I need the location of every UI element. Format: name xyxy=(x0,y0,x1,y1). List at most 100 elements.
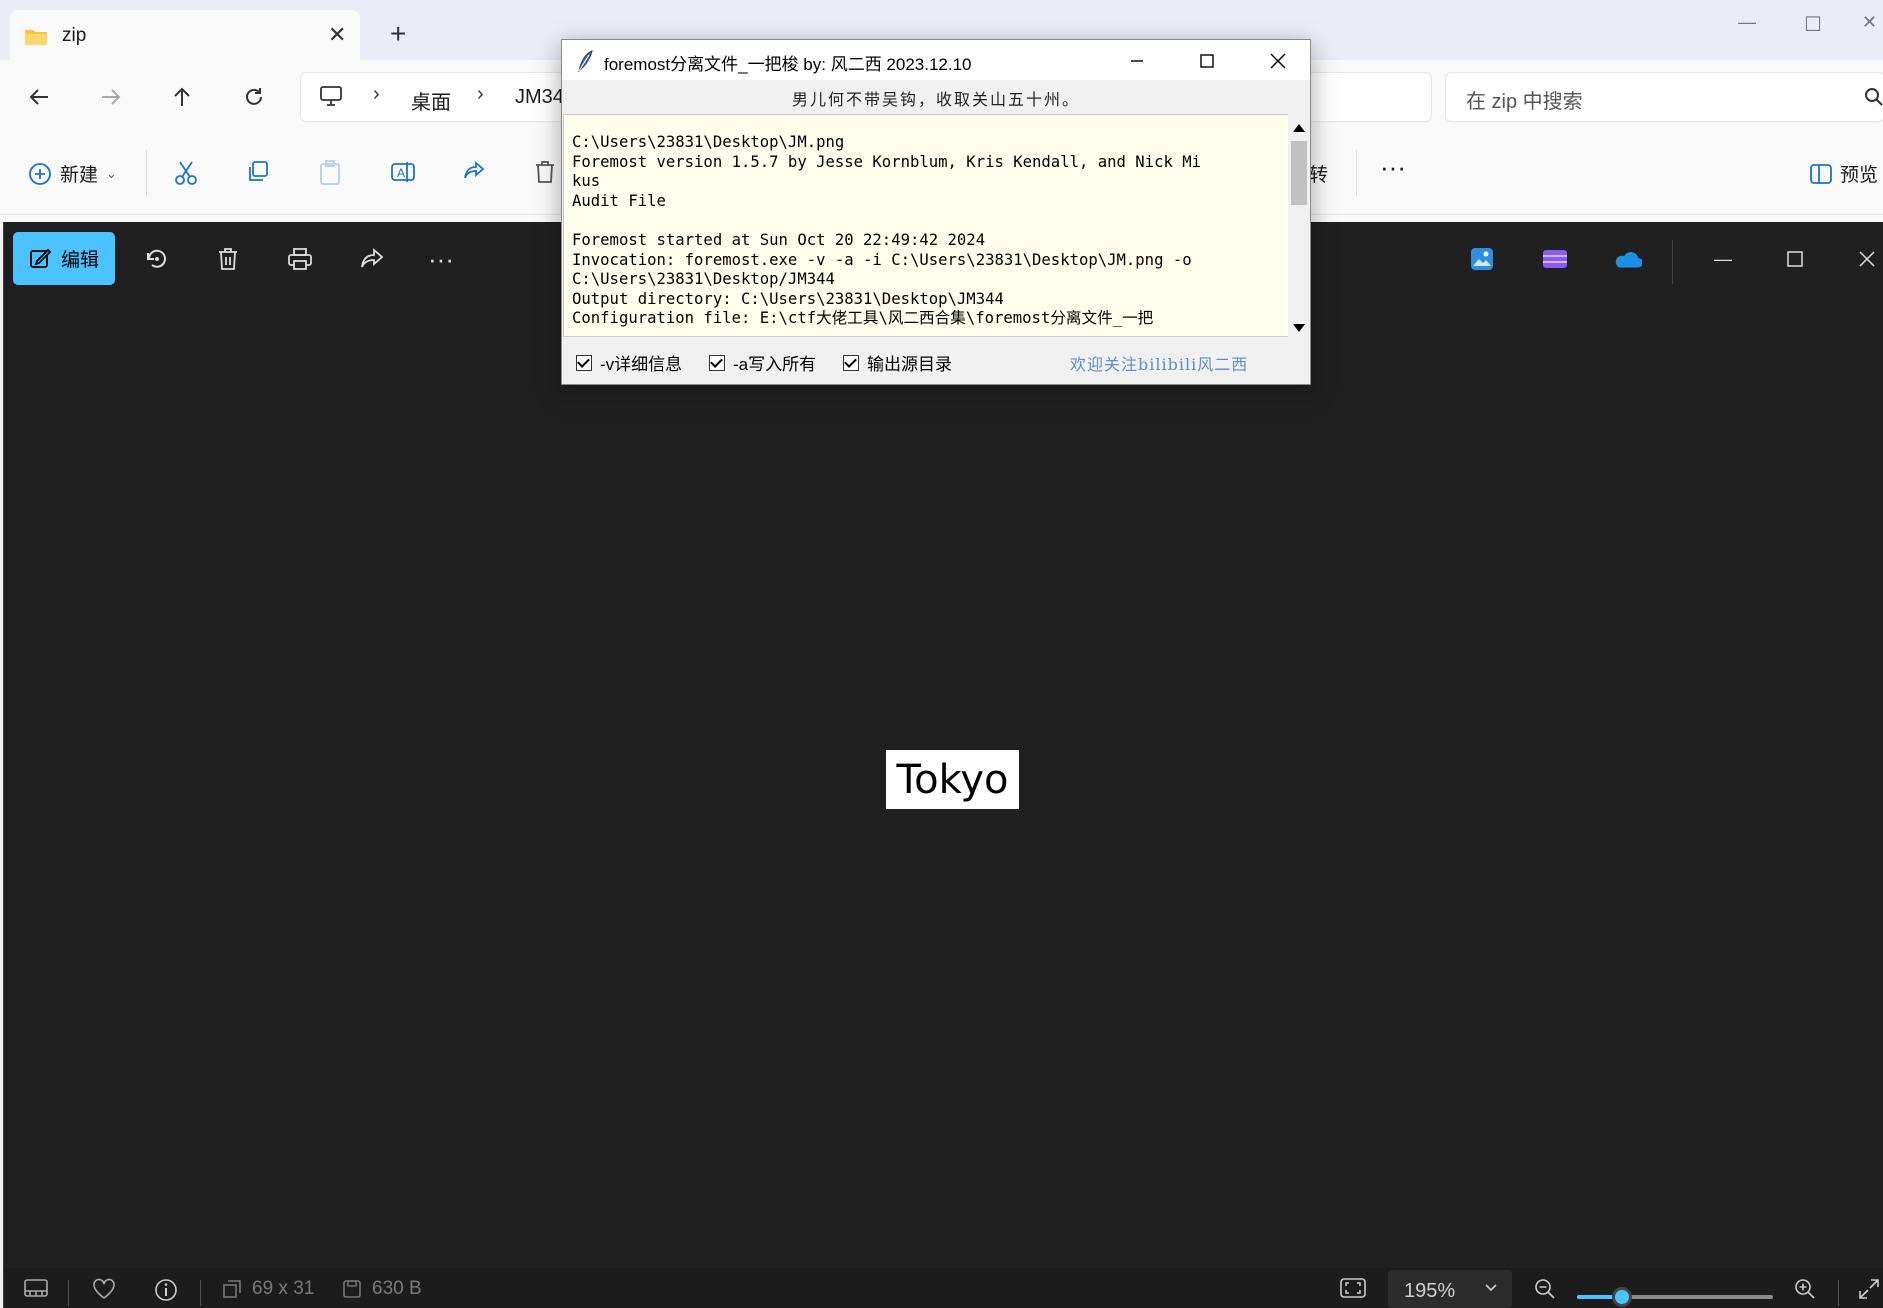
back-icon[interactable] xyxy=(24,82,54,112)
delete-icon[interactable] xyxy=(534,160,556,184)
rotate-button[interactable]: 转 xyxy=(1309,160,1328,187)
this-pc-icon xyxy=(319,85,343,112)
info-icon[interactable] xyxy=(154,1278,178,1302)
preview-pane-icon xyxy=(1810,163,1832,184)
more-options-icon[interactable]: ··· xyxy=(1380,152,1406,183)
dimensions-indicator: 69 x 31 xyxy=(222,1278,314,1300)
divider xyxy=(1672,240,1673,284)
chevron-down-icon: ⌄ xyxy=(106,165,117,181)
paste-icon[interactable] xyxy=(318,160,342,186)
minimize-icon[interactable]: — xyxy=(1708,244,1738,274)
dialog-titlebar[interactable]: foremost分离文件_一把梭 by: 风二西 2023.12.10 xyxy=(562,40,1310,80)
minimize-icon[interactable] xyxy=(1122,46,1152,76)
photos-app-icon[interactable] xyxy=(1467,244,1497,274)
zoom-in-icon[interactable] xyxy=(1794,1278,1816,1300)
fullscreen-icon[interactable] xyxy=(1858,1278,1880,1300)
checkbox-checked[interactable] xyxy=(576,354,592,371)
edit-image-icon xyxy=(30,248,52,268)
tab-label: zip xyxy=(62,25,87,46)
scrollbar-thumb[interactable] xyxy=(1291,141,1307,205)
checkbox-checked[interactable] xyxy=(709,354,725,371)
divider xyxy=(68,1280,69,1306)
print-icon[interactable] xyxy=(285,244,315,274)
breadcrumb-folder[interactable]: JM34 xyxy=(515,86,564,109)
close-icon[interactable] xyxy=(1263,46,1293,76)
output-console[interactable]: C:\Users\23831\Desktop\JM.png Foremost v… xyxy=(563,114,1289,337)
checkbox-checked[interactable] xyxy=(843,354,859,371)
verbose-label: -v详细信息 xyxy=(600,355,683,374)
clipchamp-icon[interactable] xyxy=(1540,244,1570,274)
foremost-dialog: foremost分离文件_一把梭 by: 风二西 2023.12.10 男儿何不… xyxy=(561,39,1311,385)
rotate-label: 转 xyxy=(1309,165,1329,186)
new-button[interactable]: 新建 ⌄ xyxy=(28,160,117,187)
zoom-level: 195% xyxy=(1404,1280,1456,1302)
divider xyxy=(1356,150,1357,196)
maximize-icon[interactable]: ☐ xyxy=(1804,12,1822,37)
status-bar: 69 x 31 630 B 195% xyxy=(4,1268,1883,1308)
search-icon xyxy=(1864,87,1883,112)
preview-label: 预览 xyxy=(1840,165,1879,186)
svg-text:A: A xyxy=(397,166,405,180)
maximize-icon[interactable] xyxy=(1780,244,1810,274)
scroll-down-icon[interactable] xyxy=(1293,320,1305,338)
copy-icon[interactable] xyxy=(246,160,270,184)
maximize-icon[interactable] xyxy=(1192,46,1222,76)
up-icon[interactable] xyxy=(167,82,197,112)
plus-circle-icon xyxy=(29,162,51,185)
delete-icon[interactable] xyxy=(213,244,243,274)
edit-label: 编辑 xyxy=(60,250,99,271)
tab-close-icon[interactable]: ✕ xyxy=(328,22,346,48)
preview-pane-button[interactable]: 预览 xyxy=(1810,160,1878,187)
forward-icon[interactable] xyxy=(96,82,126,112)
rename-icon[interactable]: A xyxy=(390,160,416,184)
console-text: C:\Users\23831\Desktop\JM.png Foremost v… xyxy=(572,133,1202,328)
zoom-slider[interactable] xyxy=(1577,1287,1773,1307)
feather-icon xyxy=(577,50,593,77)
share-icon[interactable] xyxy=(357,244,387,274)
edit-button[interactable]: 编辑 xyxy=(13,232,115,285)
image-text: Tokyo xyxy=(896,756,1009,803)
chevron-right-icon: › xyxy=(477,83,484,105)
zoom-slider-thumb[interactable] xyxy=(1612,1287,1633,1307)
minimize-icon[interactable]: — xyxy=(1738,12,1756,33)
zoom-level-dropdown[interactable]: 195% xyxy=(1388,1270,1512,1308)
search-box[interactable]: 在 zip 中搜索 xyxy=(1445,72,1883,122)
divider xyxy=(200,1280,201,1306)
dialog-title: foremost分离文件_一把梭 by: 风二西 2023.12.10 xyxy=(604,55,972,74)
close-icon[interactable] xyxy=(1852,244,1882,274)
output-source-dir-label: 输出源目录 xyxy=(867,355,952,374)
breadcrumb-desktop[interactable]: 桌面 xyxy=(411,86,451,115)
filmstrip-icon[interactable] xyxy=(24,1278,48,1298)
new-label: 新建 xyxy=(60,165,99,186)
onedrive-icon[interactable] xyxy=(1612,244,1642,274)
share-icon[interactable] xyxy=(462,160,486,184)
chevron-right-icon: › xyxy=(373,83,380,105)
chevron-down-icon xyxy=(1484,1280,1498,1299)
displayed-image[interactable]: Tokyo xyxy=(886,750,1019,809)
console-scrollbar[interactable] xyxy=(1288,114,1310,337)
resize-icon xyxy=(223,1280,241,1298)
save-disk-icon xyxy=(343,1280,361,1298)
zoom-out-icon[interactable] xyxy=(1534,1278,1556,1300)
refresh-icon[interactable] xyxy=(239,82,269,112)
output-source-dir-checkbox[interactable]: 输出源目录 xyxy=(843,350,952,375)
rotate-icon[interactable] xyxy=(142,244,172,274)
verbose-checkbox[interactable]: -v详细信息 xyxy=(576,350,682,375)
divider xyxy=(1838,1280,1839,1306)
fit-to-window-icon[interactable] xyxy=(1340,1278,1366,1298)
write-all-checkbox[interactable]: -a写入所有 xyxy=(709,350,816,375)
more-options-icon[interactable]: ··· xyxy=(426,244,456,274)
slogan-text: 男儿何不带吴钩，收取关山五十州。 xyxy=(791,90,1080,109)
favorite-icon[interactable] xyxy=(92,1278,116,1300)
file-size: 630 B xyxy=(372,1278,422,1299)
search-input[interactable]: 在 zip 中搜索 xyxy=(1466,85,1583,114)
image-dimensions: 69 x 31 xyxy=(252,1278,315,1299)
write-all-label: -a写入所有 xyxy=(733,355,817,374)
scroll-up-icon[interactable] xyxy=(1293,120,1305,138)
cut-icon[interactable] xyxy=(174,160,198,186)
folder-icon xyxy=(24,27,48,52)
filesize-indicator: 630 B xyxy=(342,1278,422,1300)
new-tab-icon[interactable]: + xyxy=(390,20,406,48)
close-icon[interactable]: ✕ xyxy=(1862,12,1877,33)
tab-zip[interactable]: zip ✕ xyxy=(10,10,360,60)
